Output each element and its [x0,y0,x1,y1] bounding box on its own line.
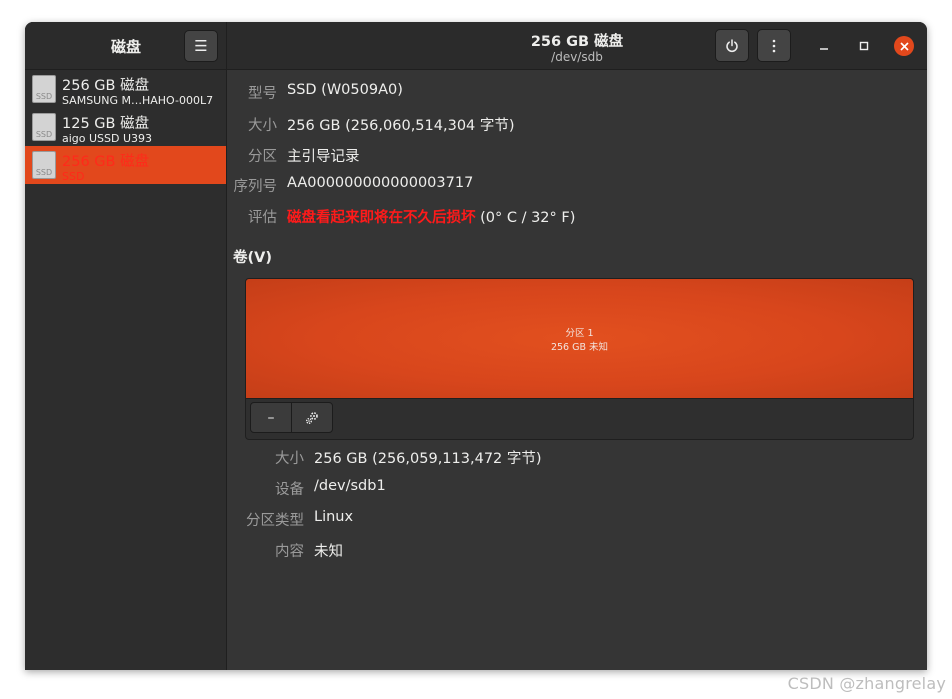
disk-item-name: 256 GB 磁盘 [62,154,150,170]
header-bar: 256 GB 磁盘 /dev/sdb [227,22,927,70]
partition-settings-button[interactable] [291,403,332,432]
maximize-button[interactable] [854,36,874,56]
window-title: 256 GB 磁盘 [530,34,624,50]
volume-toolbar: – [250,402,333,433]
power-icon [726,38,738,52]
delete-partition-button[interactable]: – [251,403,291,432]
power-off-button[interactable] [715,29,749,62]
disk-item-1[interactable]: SSD 256 GB 磁盘 SAMSUNG M…HAHO-000L7 [25,70,226,108]
info-value: 未知 [314,544,343,560]
volumes-grid: 分区 1 256 GB 未知 – [245,278,914,440]
drive-menu-button[interactable] [757,29,791,62]
info-label: 分区类型 [246,513,304,529]
info-label: 大小 [248,118,277,134]
info-value: 256 GB (256,060,514,304 字节) [287,118,515,134]
partition-row-contents: 内容 未知 [227,540,927,560]
disk-item-3-selected[interactable]: SSD 256 GB 磁盘 SSD [25,146,226,184]
partition-row-type: 分区类型 Linux [227,509,927,529]
smart-warning-text: 磁盘看起来即将在不久后损坏 [287,210,476,226]
close-button[interactable] [894,36,914,56]
assessment-value: 磁盘看起来即将在不久后损坏 (0° C / 32° F) [287,206,575,227]
drive-details: 型号 SSD (W0509A0) 大小 256 GB (256,060,514,… [227,70,927,670]
volumes-heading: 卷(V) [233,250,272,266]
minimize-icon [820,48,828,50]
sidebar-title: 磁盘 [110,38,141,56]
temperature-text: (0° C / 32° F) [475,210,576,226]
hamburger-menu-button[interactable]: ☰ [184,30,218,62]
close-icon [899,41,909,51]
partition-desc: 256 GB 未知 [550,342,609,353]
disk-item-name: 125 GB 磁盘 [62,116,150,132]
sidebar-header: 磁盘 ☰ [25,22,226,70]
info-label: 分区 [248,149,277,165]
info-label: 型号 [248,86,277,102]
info-value: /dev/sdb1 [314,478,386,494]
disk-item-subtitle: SSD [62,170,85,183]
info-row-serial: 序列号 AA000000000000003717 [227,175,927,195]
info-label: 大小 [275,451,304,467]
info-value: SSD (W0509A0) [287,82,403,98]
info-value: AA000000000000003717 [287,175,474,191]
info-row-size: 大小 256 GB (256,060,514,304 字节) [227,114,927,134]
ssd-drive-icon: SSD [32,75,56,103]
disk-item-name: 256 GB 磁盘 [62,78,150,94]
minimize-button[interactable] [814,36,834,56]
sidebar: 磁盘 ☰ SSD 256 GB 磁盘 SAMSUNG M…HAHO-000L7 … [25,22,227,670]
info-label: 设备 [275,482,304,498]
partition-row-size: 大小 256 GB (256,059,113,472 字节) [227,447,927,467]
disks-window: 磁盘 ☰ SSD 256 GB 磁盘 SAMSUNG M…HAHO-000L7 … [25,22,927,670]
info-row-assessment: 评估 磁盘看起来即将在不久后损坏 (0° C / 32° F) [227,206,927,226]
disk-item-2[interactable]: SSD 125 GB 磁盘 aigo USSD U393 [25,108,226,146]
info-label: 内容 [275,544,304,560]
info-label: 评估 [248,210,277,226]
ssd-drive-icon: SSD [32,151,56,179]
more-vertical-icon [772,39,776,52]
info-label: 序列号 [233,179,278,195]
window-subtitle: /dev/sdb [551,50,603,64]
watermark-text: CSDN @zhangrelay [787,674,946,693]
ssd-drive-icon: SSD [32,113,56,141]
partition-row-device: 设备 /dev/sdb1 [227,478,927,498]
info-row-partitioning: 分区 主引导记录 [227,145,927,165]
info-value: 256 GB (256,059,113,472 字节) [314,451,542,467]
info-value: 主引导记录 [287,149,360,165]
partition-name: 分区 1 [565,328,594,339]
info-value: Linux [314,509,354,525]
gears-icon [306,411,318,424]
disk-item-subtitle: aigo USSD U393 [62,132,153,145]
maximize-icon [859,41,869,51]
disk-item-subtitle: SAMSUNG M…HAHO-000L7 [62,94,214,107]
partition-1-block[interactable]: 分区 1 256 GB 未知 [246,279,913,399]
info-row-model: 型号 SSD (W0509A0) [227,82,927,102]
hamburger-menu-icon: ☰ [194,37,208,55]
